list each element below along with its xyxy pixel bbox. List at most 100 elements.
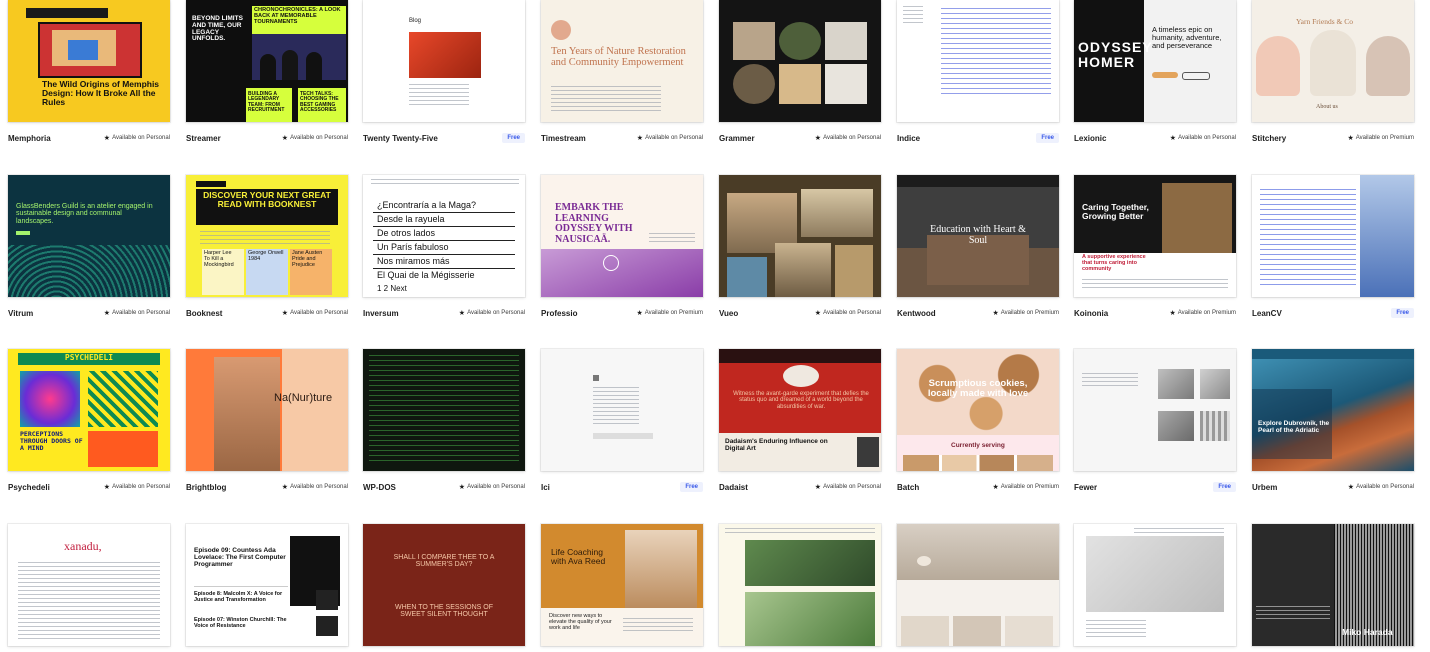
thumbnail-text-lines	[903, 6, 923, 26]
theme-name[interactable]: Timestream	[541, 134, 586, 143]
theme-thumbnail[interactable]	[541, 349, 703, 471]
theme-card-professio[interactable]: EMBARK THE LEARNING ODYSSEY WITH NAUSICA…	[541, 175, 703, 321]
theme-thumbnail[interactable]: Caring Together, Growing Better A support…	[1074, 175, 1236, 297]
theme-card-psychedeli[interactable]: PSYCHEDELI PERCEPTIONS THROUGH DOORS OF A…	[8, 349, 170, 495]
theme-card-lexionic[interactable]: ODYSSEY HOMER A timeless epic on humanity…	[1074, 0, 1236, 146]
theme-thumbnail[interactable]	[1074, 524, 1236, 646]
theme-card-ici[interactable]: Ici Free	[541, 349, 703, 495]
theme-card-minimal[interactable]	[1074, 524, 1236, 646]
theme-card-inversum[interactable]: ¿Encontraría a la Maga? Desde la rayuela D…	[363, 175, 525, 321]
theme-name[interactable]: Vitrum	[8, 309, 33, 318]
theme-thumbnail[interactable]	[719, 524, 881, 646]
thumbnail-text: Na(Nur)ture	[274, 392, 333, 404]
theme-thumbnail[interactable]: Yarn Friends & Co About us	[1252, 0, 1414, 122]
theme-name[interactable]: Vueo	[719, 309, 738, 318]
theme-card-leancv[interactable]: LeanCV Free	[1252, 175, 1414, 321]
theme-name[interactable]: Koinonia	[1074, 309, 1108, 318]
theme-thumbnail[interactable]	[719, 175, 881, 297]
theme-thumbnail[interactable]: PSYCHEDELI PERCEPTIONS THROUGH DOORS OF A…	[8, 349, 170, 471]
theme-name[interactable]: Lexionic	[1074, 134, 1106, 143]
theme-card-streamer[interactable]: BEYOND LIMITS AND TIME, OUR LEGACY UNFOL…	[186, 0, 348, 146]
thumbnail-image-block	[745, 592, 875, 646]
thumbnail-image-block	[783, 365, 819, 387]
theme-thumbnail[interactable]: GlassBenders Guild is an atelier engaged…	[8, 175, 170, 297]
theme-card-booknest[interactable]: DISCOVER YOUR NEXT GREAT READ WITH BOOKN…	[186, 175, 348, 321]
thumbnail-text-lines	[18, 562, 160, 642]
theme-card-vueo[interactable]: Vueo ★ Available on Personal	[719, 175, 881, 321]
theme-card-kentwood[interactable]: Education with Heart & Soul Kentwood ★ Avai…	[897, 175, 1059, 321]
theme-name[interactable]: Professio	[541, 309, 577, 318]
theme-thumbnail[interactable]: Miko Harada	[1252, 524, 1414, 646]
theme-card-twentytwentyfive[interactable]: Blog Twenty Twenty-Five Free	[363, 0, 525, 146]
theme-card-coaching[interactable]: Life Coaching with Ava Reed Discover new …	[541, 524, 703, 646]
theme-card-wpdos[interactable]: WP-DOS ★ Available on Personal	[363, 349, 525, 495]
theme-thumbnail[interactable]: EMBARK THE LEARNING ODYSSEY WITH NAUSICA…	[541, 175, 703, 297]
theme-card-urbem[interactable]: Explore Dubrovnik, the Pearl of the Adri…	[1252, 349, 1414, 495]
theme-card-vitrum[interactable]: GlassBenders Guild is an atelier engaged…	[8, 175, 170, 321]
theme-name[interactable]: Grammer	[719, 134, 755, 143]
thumbnail-image-block	[1162, 183, 1232, 253]
theme-thumbnail[interactable]: SHALL I COMPARE THEE TO A SUMMER'S DAY? W…	[363, 524, 525, 646]
theme-name[interactable]: Urbem	[1252, 483, 1277, 492]
theme-card-indice[interactable]: Indice Free	[897, 0, 1059, 146]
theme-thumbnail[interactable]: xanadu,	[8, 524, 170, 646]
theme-card-dadaist[interactable]: Witness the avant-garde experiment that …	[719, 349, 881, 495]
theme-card-sonnet[interactable]: SHALL I COMPARE THEE TO A SUMMER'S DAY? W…	[363, 524, 525, 646]
theme-name[interactable]: WP-DOS	[363, 483, 396, 492]
theme-name[interactable]: LeanCV	[1252, 309, 1282, 318]
theme-thumbnail[interactable]: Na(Nur)ture	[186, 349, 348, 471]
theme-thumbnail[interactable]: Life Coaching with Ava Reed Discover new …	[541, 524, 703, 646]
theme-name[interactable]: Streamer	[186, 134, 221, 143]
theme-name[interactable]: Fewer	[1074, 483, 1097, 492]
theme-thumbnail[interactable]	[363, 349, 525, 471]
theme-thumbnail[interactable]: DISCOVER YOUR NEXT GREAT READ WITH BOOKN…	[186, 175, 348, 297]
theme-name[interactable]: Memphoria	[8, 134, 51, 143]
theme-thumbnail[interactable]	[1074, 349, 1236, 471]
theme-thumbnail[interactable]: Scrumptious cookies, locally made with l…	[897, 349, 1059, 471]
theme-card-timestream[interactable]: Ten Years of Nature Restoration and Comm…	[541, 0, 703, 146]
theme-thumbnail[interactable]: ¿Encontraría a la Maga? Desde la rayuela D…	[363, 175, 525, 297]
theme-card-xanadu[interactable]: xanadu,	[8, 524, 170, 646]
availability-text: Available on Personal	[1356, 484, 1414, 490]
theme-name[interactable]: Psychedeli	[8, 483, 50, 492]
theme-name[interactable]: Kentwood	[897, 309, 936, 318]
theme-name[interactable]: Batch	[897, 483, 919, 492]
theme-thumbnail[interactable]	[897, 0, 1059, 122]
theme-thumbnail[interactable]: The Wild Origins of Memphis Design: How …	[8, 0, 170, 122]
theme-name[interactable]: Brightblog	[186, 483, 226, 492]
theme-card-grammer[interactable]: Grammer ★ Available on Personal	[719, 0, 881, 146]
theme-name[interactable]: Booknest	[186, 309, 222, 318]
thumbnail-image-block	[901, 616, 949, 646]
theme-thumbnail[interactable]: Blog	[363, 0, 525, 122]
theme-name[interactable]: Stitchery	[1252, 134, 1286, 143]
theme-name[interactable]: Indice	[897, 134, 920, 143]
theme-thumbnail[interactable]: Education with Heart & Soul	[897, 175, 1059, 297]
theme-thumbnail[interactable]: Witness the avant-garde experiment that …	[719, 349, 881, 471]
theme-name[interactable]: Twenty Twenty-Five	[363, 134, 438, 143]
theme-card-memphoria[interactable]: The Wild Origins of Memphis Design: How …	[8, 0, 170, 146]
theme-card-fewer[interactable]: Fewer Free	[1074, 349, 1236, 495]
theme-card-mikoharada[interactable]: Miko Harada	[1252, 524, 1414, 646]
theme-card-ceramics[interactable]	[897, 524, 1059, 646]
theme-card-batch[interactable]: Scrumptious cookies, locally made with l…	[897, 349, 1059, 495]
theme-name[interactable]: Dadaist	[719, 483, 748, 492]
theme-thumbnail[interactable]: Episode 09: Countess Ada Lovelace: The F…	[186, 524, 348, 646]
theme-thumbnail[interactable]: BEYOND LIMITS AND TIME, OUR LEGACY UNFOL…	[186, 0, 348, 122]
theme-card-brightblog[interactable]: Na(Nur)ture Brightblog ★ Available on Perso…	[186, 349, 348, 495]
theme-card-koinonia[interactable]: Caring Together, Growing Better A support…	[1074, 175, 1236, 321]
star-icon: ★	[103, 135, 111, 142]
theme-name[interactable]: Inversum	[363, 309, 399, 318]
theme-thumbnail[interactable]	[897, 524, 1059, 646]
theme-thumbnail[interactable]: ODYSSEY HOMER A timeless epic on humanity…	[1074, 0, 1236, 122]
theme-card-greenhouse[interactable]	[719, 524, 881, 646]
theme-thumbnail[interactable]	[1252, 175, 1414, 297]
theme-thumbnail[interactable]: Explore Dubrovnik, the Pearl of the Adri…	[1252, 349, 1414, 471]
theme-thumbnail[interactable]: Ten Years of Nature Restoration and Comm…	[541, 0, 703, 122]
theme-name[interactable]: Ici	[541, 483, 550, 492]
thumbnail-image-block	[835, 245, 873, 297]
star-icon: ★	[1169, 135, 1177, 142]
availability-label: ★ Available on Personal	[104, 134, 170, 142]
theme-card-podcast[interactable]: Episode 09: Countess Ada Lovelace: The F…	[186, 524, 348, 646]
theme-thumbnail[interactable]	[719, 0, 881, 122]
theme-card-stitchery[interactable]: Yarn Friends & Co About us Stitchery ★ Avail…	[1252, 0, 1414, 146]
